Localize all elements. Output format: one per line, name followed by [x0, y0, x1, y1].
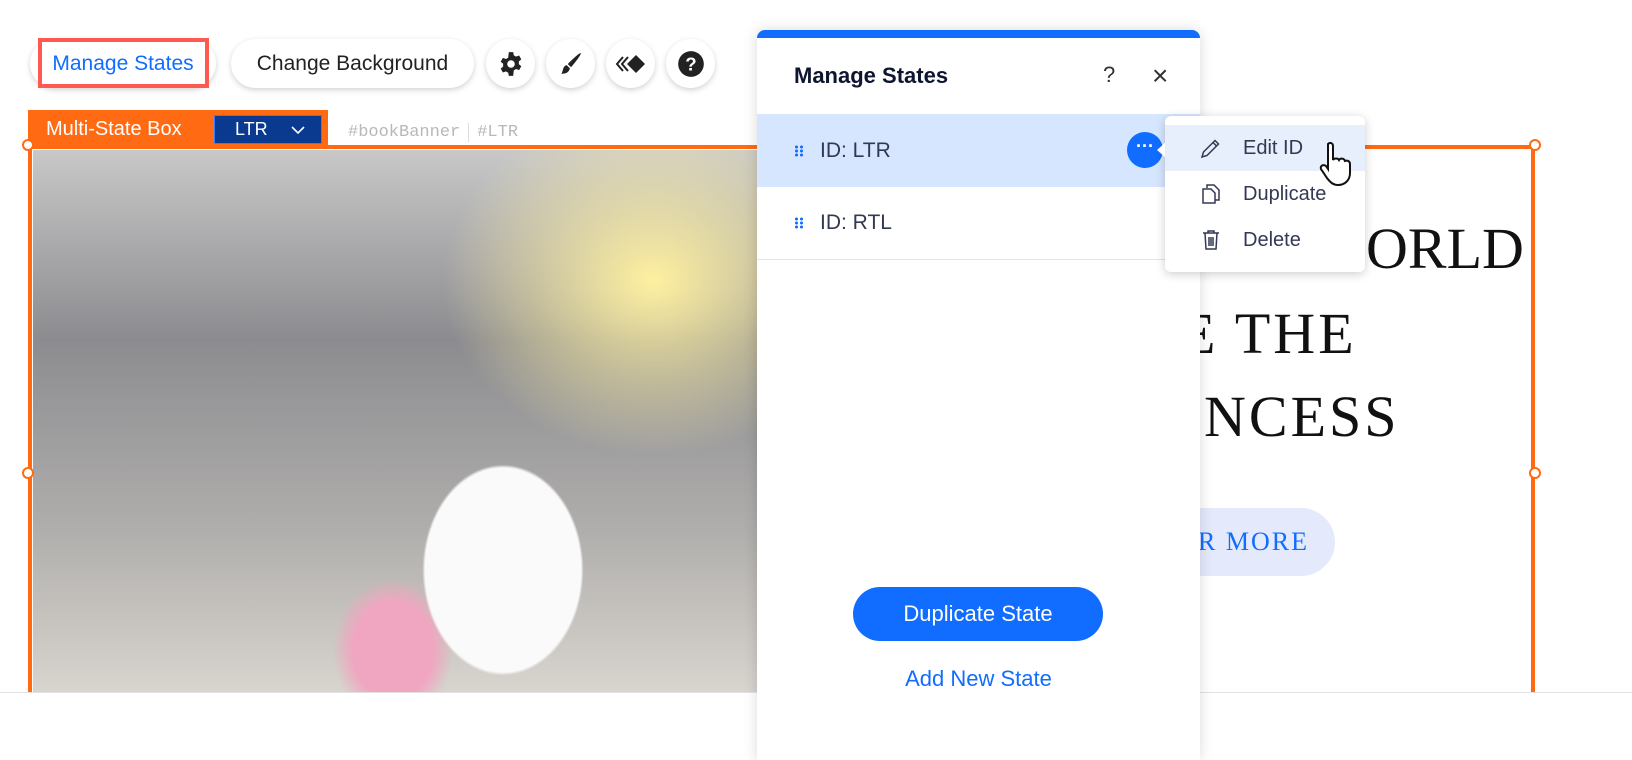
- help-icon[interactable]: ?: [1103, 62, 1115, 88]
- close-icon[interactable]: ×: [1152, 60, 1168, 92]
- duplicate-icon: [1202, 184, 1220, 204]
- help-icon: ?: [677, 50, 704, 77]
- paintbrush-icon: [560, 52, 581, 74]
- resize-handle[interactable]: [22, 139, 34, 151]
- state-dropdown-value: LTR: [235, 119, 268, 139]
- menu-item-delete[interactable]: Delete: [1165, 217, 1365, 263]
- animation-button[interactable]: [606, 39, 655, 88]
- resize-handle[interactable]: [22, 467, 34, 479]
- menu-item-label: Edit ID: [1243, 136, 1304, 159]
- drag-handle-icon[interactable]: [794, 144, 804, 157]
- element-label-bar: Multi-State Box LTR: [28, 110, 328, 149]
- heading-line: E THE: [1180, 301, 1357, 366]
- element-type-label: Multi-State Box: [46, 118, 182, 140]
- svg-text:?: ?: [685, 53, 696, 74]
- menu-item-label: Duplicate: [1243, 182, 1327, 205]
- state-label: ID: LTR: [820, 138, 891, 162]
- duplicate-state-button[interactable]: Duplicate State: [853, 587, 1103, 641]
- more-icon: ···: [1136, 136, 1154, 156]
- resize-handle[interactable]: [1529, 139, 1541, 151]
- change-background-label: Change Background: [256, 51, 449, 75]
- help-button[interactable]: ?: [666, 39, 715, 88]
- design-button[interactable]: [546, 39, 595, 88]
- state-item-rtl[interactable]: ID: RTL: [757, 187, 1200, 260]
- state-dropdown[interactable]: LTR: [214, 115, 322, 144]
- pencil-icon: [1200, 139, 1220, 159]
- heading-line: ORLD: [1366, 216, 1524, 281]
- state-id: #LTR: [477, 123, 519, 142]
- duplicate-state-label: Duplicate State: [903, 601, 1053, 626]
- panel-title: Manage States: [794, 63, 949, 88]
- change-background-button[interactable]: Change Background: [231, 39, 474, 88]
- animation-icon: [615, 54, 645, 73]
- hand-cursor-icon: [1319, 141, 1351, 187]
- gear-icon: [500, 51, 521, 76]
- settings-button[interactable]: [486, 39, 535, 88]
- add-new-state-link[interactable]: Add New State: [757, 666, 1200, 692]
- state-label: ID: RTL: [820, 211, 892, 234]
- drag-handle-icon[interactable]: [794, 217, 804, 229]
- trash-icon: [1203, 230, 1219, 250]
- bunny-image: [33, 150, 757, 692]
- element-ids: #bookBanner #LTR: [348, 123, 518, 142]
- component-id: #bookBanner: [348, 123, 461, 142]
- resize-handle[interactable]: [1529, 467, 1541, 479]
- highlight-box: [38, 38, 209, 88]
- chevron-down-icon: [291, 125, 305, 134]
- menu-item-label: Delete: [1243, 228, 1301, 251]
